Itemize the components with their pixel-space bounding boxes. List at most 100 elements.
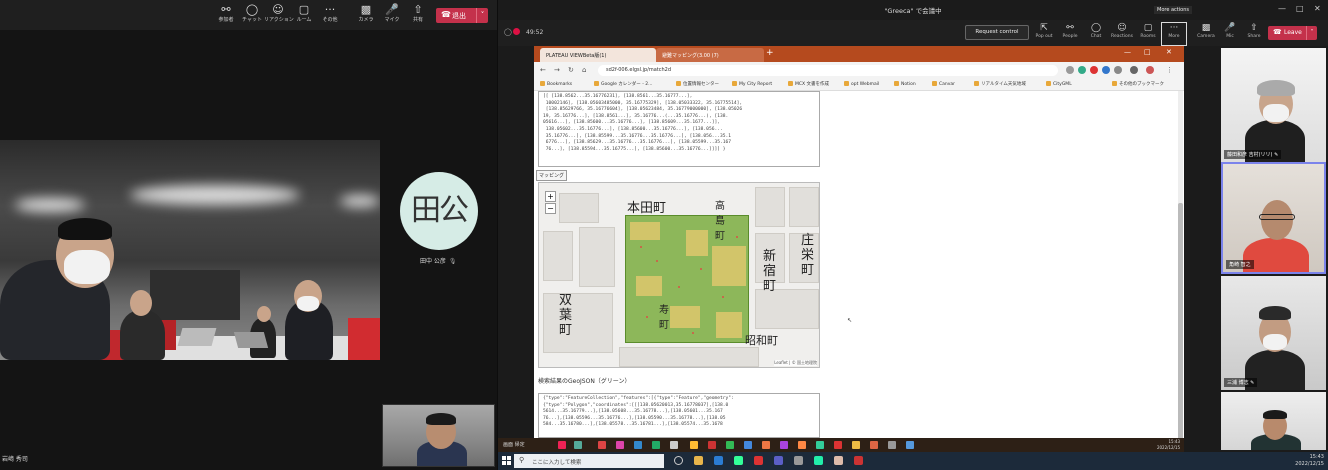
chevron-down-icon[interactable]: ˅ xyxy=(476,8,488,23)
participant-tile[interactable] xyxy=(1221,392,1326,450)
extension-icon[interactable] xyxy=(1130,66,1138,74)
task-view-icon[interactable] xyxy=(674,456,683,465)
share-button[interactable]: ⇧ 共有 xyxy=(404,4,432,28)
bookmark[interactable]: Bookmarks xyxy=(540,81,572,87)
app-icon[interactable] xyxy=(708,441,716,449)
app-icon[interactable] xyxy=(744,441,752,449)
close-icon[interactable]: ✕ xyxy=(1166,48,1172,56)
more-button[interactable]: ··· その他 xyxy=(316,4,344,28)
chat-button[interactable]: ◯ Chat xyxy=(1084,23,1108,45)
mic-button[interactable]: 🎤 Mic xyxy=(1218,23,1242,45)
bookmark[interactable]: Notion xyxy=(894,81,916,87)
bookmark[interactable]: リアルタイム天気地域 xyxy=(974,81,1026,87)
reactions-button[interactable]: ☺ リアクション xyxy=(264,4,294,28)
app-icon[interactable] xyxy=(854,456,863,465)
zoom-in-button[interactable]: + xyxy=(545,191,556,202)
participant-tile-active-speaker[interactable]: 角崎 智之 xyxy=(1221,162,1326,274)
back-icon[interactable]: ← xyxy=(540,66,546,74)
app-icon[interactable] xyxy=(870,441,878,449)
geojson-textarea[interactable]: {"type":"FeatureCollection","features":[… xyxy=(538,393,820,438)
extension-icon[interactable] xyxy=(1114,66,1122,74)
app-icon[interactable] xyxy=(734,456,743,465)
app-icon[interactable] xyxy=(798,441,806,449)
taskbar-search-input[interactable]: ⚲ ここに入力して検索 xyxy=(514,454,664,468)
extension-icon[interactable] xyxy=(1090,66,1098,74)
reload-icon[interactable]: ↻ xyxy=(568,66,574,74)
app-icon[interactable] xyxy=(834,441,842,449)
app-icon[interactable] xyxy=(616,441,624,449)
forward-icon[interactable]: → xyxy=(554,66,560,74)
app-icon[interactable] xyxy=(816,441,824,449)
chat-button[interactable]: ◯ チャット xyxy=(238,4,266,28)
bookmark[interactable]: 位置情報センター xyxy=(676,81,719,87)
request-control-button[interactable]: Request control xyxy=(965,25,1029,40)
app-icon[interactable] xyxy=(598,441,606,449)
app-icon[interactable] xyxy=(780,441,788,449)
app-icon[interactable] xyxy=(814,456,823,465)
share-button[interactable]: ⇧ Share xyxy=(1242,23,1266,45)
app-icon[interactable] xyxy=(754,456,763,465)
leave-button[interactable]: ☎ 退出 ˅ xyxy=(436,8,488,23)
url-input[interactable]: sd2f-006.elgsl.jp/match2d xyxy=(598,65,1058,76)
bookmark[interactable]: opt Webmail xyxy=(844,81,879,87)
file-explorer-icon[interactable] xyxy=(694,456,703,465)
app-icon[interactable] xyxy=(574,441,582,449)
rooms-button[interactable]: ▢ ルーム xyxy=(290,4,318,28)
close-icon[interactable]: ✕ xyxy=(1314,4,1321,13)
pop-out-button[interactable]: ⇱ Pop out xyxy=(1032,23,1056,45)
app-icon[interactable] xyxy=(634,441,642,449)
page-scrollbar[interactable] xyxy=(1178,91,1183,438)
minimize-icon[interactable]: — xyxy=(1278,4,1286,13)
camera-button[interactable]: ▩ Camera xyxy=(1194,23,1218,45)
reactions-button[interactable]: ☺ Reactions xyxy=(1110,23,1134,45)
chevron-down-icon[interactable]: ˅ xyxy=(1306,26,1317,40)
bookmark[interactable]: Google カレンダー - 2... xyxy=(594,81,652,87)
extension-icon[interactable] xyxy=(1078,66,1086,74)
mic-button[interactable]: 🎤 マイク xyxy=(378,4,406,28)
browser-tab[interactable]: PLATEAU VIEWBeta版(1) xyxy=(540,48,656,62)
minimize-icon[interactable]: — xyxy=(1124,48,1131,56)
participant-tile[interactable]: 藤田和彦 吉村(リリ) ✎ xyxy=(1221,48,1326,162)
bookmark[interactable]: その他のブックマーク xyxy=(1112,81,1164,87)
extension-icon[interactable] xyxy=(1102,66,1110,74)
system-clock[interactable]: 15:43 2022/12/15 xyxy=(1295,454,1324,468)
profile-icon[interactable] xyxy=(1146,66,1154,74)
app-icon[interactable] xyxy=(888,441,896,449)
app-icon[interactable] xyxy=(726,441,734,449)
rooms-button[interactable]: ▢ Rooms xyxy=(1136,23,1160,45)
camera-button[interactable]: ▩ カメラ xyxy=(352,4,380,28)
home-icon[interactable]: ⌂ xyxy=(582,66,586,74)
windows-start-icon[interactable] xyxy=(502,456,511,465)
bookmark[interactable]: Canvar xyxy=(932,81,955,87)
app-icon[interactable] xyxy=(558,441,566,449)
app-icon[interactable] xyxy=(906,441,914,449)
participants-button[interactable]: ⚯ 参加者 xyxy=(212,4,240,28)
people-button[interactable]: ⚯ People xyxy=(1058,23,1082,45)
maximize-icon[interactable]: □ xyxy=(1144,48,1151,56)
coordinates-textarea[interactable]: [[ [138.8562...35.16776231], [138.8561..… xyxy=(538,91,820,167)
scrollbar-thumb[interactable] xyxy=(1178,203,1183,438)
bookmark[interactable]: MCX 文書を作成 xyxy=(788,81,829,87)
browser-tab[interactable]: 避難マッピング(3.00 (7) xyxy=(656,48,764,62)
app-icon[interactable] xyxy=(762,441,770,449)
map-view[interactable]: 本田町 新宿町 庄栄町 双葉町 高島町 寿町 昭和町 + − Leaflet |… xyxy=(538,182,820,368)
zoom-out-button[interactable]: − xyxy=(545,203,556,214)
app-icon[interactable] xyxy=(834,456,843,465)
teams-icon[interactable] xyxy=(774,456,783,465)
bookmark[interactable]: My City Report xyxy=(732,81,772,87)
app-icon[interactable] xyxy=(714,456,723,465)
app-icon[interactable] xyxy=(690,441,698,449)
app-icon[interactable] xyxy=(652,441,660,449)
app-icon[interactable] xyxy=(670,441,678,449)
participant-tile[interactable]: 三浦 博志 ✎ xyxy=(1221,276,1326,390)
menu-icon[interactable]: ⋮ xyxy=(1166,66,1173,74)
leave-button[interactable]: ☎ Leave ˅ xyxy=(1268,26,1317,40)
new-tab-icon[interactable]: + xyxy=(766,48,774,58)
app-icon[interactable] xyxy=(852,441,860,449)
maximize-icon[interactable]: □ xyxy=(1296,4,1304,13)
bookmark[interactable]: CityGML xyxy=(1046,81,1072,87)
more-button[interactable]: ··· More xyxy=(1161,22,1187,46)
app-icon[interactable] xyxy=(794,456,803,465)
extension-icon[interactable] xyxy=(1066,66,1074,74)
code-line: 6776...], [138.85629...35.16776...35.167… xyxy=(543,140,732,146)
